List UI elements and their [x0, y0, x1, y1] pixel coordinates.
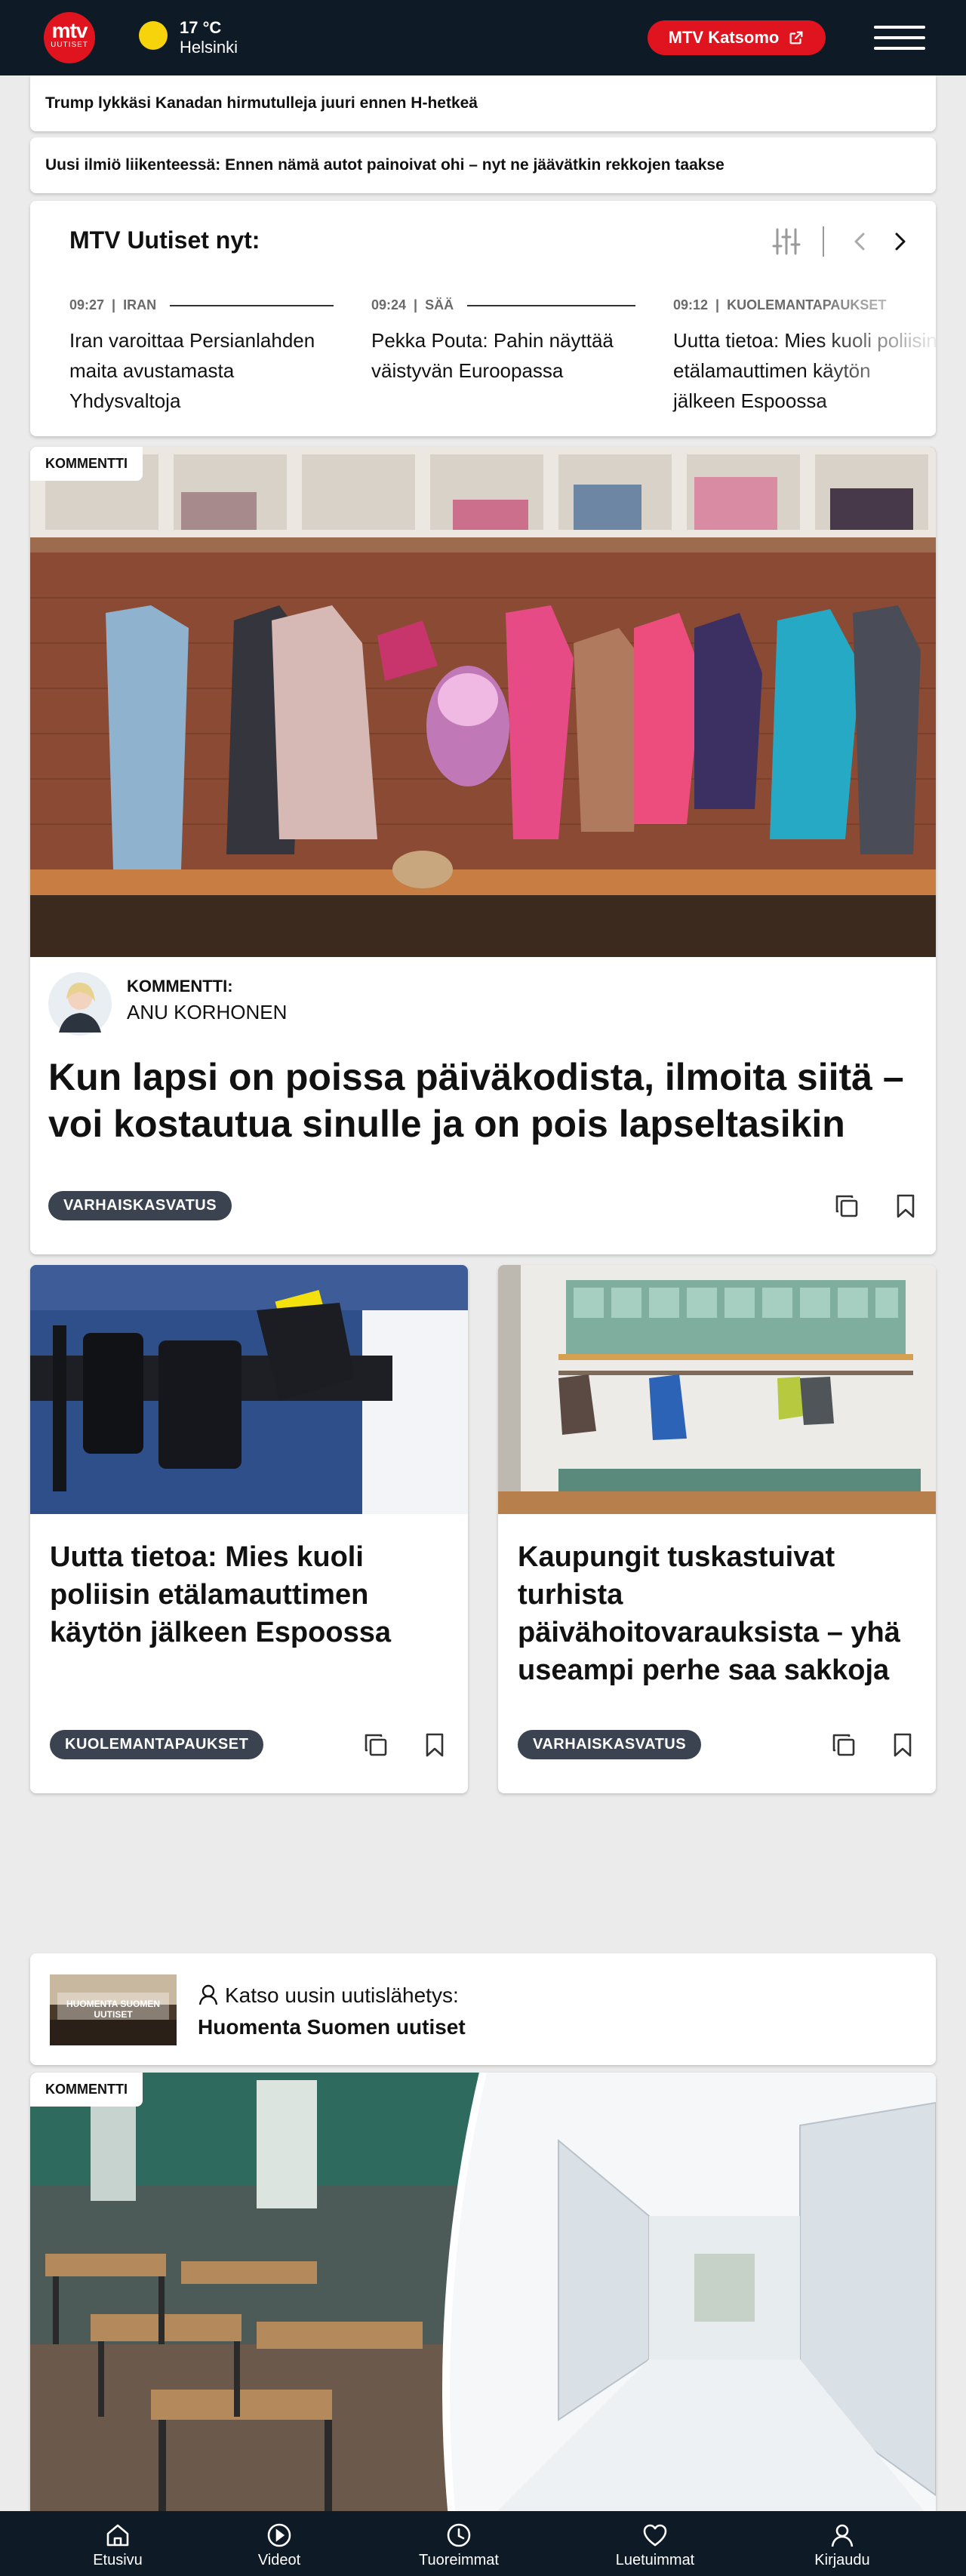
category-tag[interactable]: VARHAISKASVATUS — [518, 1730, 702, 1759]
featured-article-card[interactable]: KOMMENTTI — [30, 2073, 936, 2525]
nav-login[interactable]: Kirjaudu — [789, 2522, 895, 2569]
news-category: SÄÄ — [425, 297, 454, 312]
news-now-panel: MTV Uutiset nyt: 09:27 | IRAN Iran varoi… — [30, 201, 936, 436]
logo-main-text: mtv — [51, 19, 88, 42]
news-now-headline: Iran varoittaa Persianlahden maita avust… — [69, 329, 315, 412]
chevron-right-icon[interactable] — [886, 226, 913, 257]
top-header: mtv UUTISET 17 °C Helsinki MTV Katsomo — [0, 0, 966, 75]
nav-label: Kirjaudu — [814, 2552, 870, 2568]
user-icon — [198, 1984, 218, 2005]
thumbnail-text: HUOMENTA SUOMEN UUTISET — [66, 1999, 160, 2020]
broadcast-title[interactable]: Huomenta Suomen uutiset — [198, 2015, 466, 2039]
bookmark-icon[interactable] — [892, 1193, 919, 1220]
bookmark-icon[interactable] — [421, 1731, 448, 1759]
weather-temperature[interactable]: 17 °C — [180, 18, 221, 38]
nav-home[interactable]: Etusivu — [65, 2522, 171, 2569]
comment-badge: KOMMENTTI — [30, 2073, 143, 2107]
home-icon — [106, 2524, 129, 2547]
news-category: IRAN — [123, 297, 157, 312]
copy-link-icon[interactable] — [830, 1731, 857, 1759]
article-card[interactable]: Uutta tietoa: Mies kuoli poliisin etälam… — [30, 1265, 468, 1793]
article-image-police-belt — [30, 1265, 468, 1514]
news-now-headline: Pekka Pouta: Pahin näyttää väistyvän Eur… — [371, 329, 614, 382]
divider — [823, 226, 824, 257]
sun-icon — [139, 21, 168, 50]
katsomo-label: MTV Katsomo — [668, 28, 780, 47]
bookmark-icon[interactable] — [889, 1731, 916, 1759]
ticker-link-1[interactable]: Trump lykkäsi Kanadan hirmutulleja juuri… — [30, 75, 936, 131]
article-headline[interactable]: Kaupungit tuskastuivat turhista päivähoi… — [518, 1538, 910, 1689]
author-avatar — [48, 972, 112, 1036]
article-card[interactable]: Kaupungit tuskastuivat turhista päivähoi… — [498, 1265, 936, 1793]
news-now-title: MTV Uutiset nyt: — [69, 226, 260, 254]
article-image-daycare-coats — [30, 447, 936, 957]
katsomo-button[interactable]: MTV Katsomo — [648, 20, 826, 55]
featured-article-card[interactable]: KOMMENTTI — [30, 447, 936, 1254]
latest-broadcast-card[interactable]: HUOMENTA SUOMEN UUTISET Katso uusin uuti… — [30, 1953, 936, 2065]
play-icon — [267, 2523, 291, 2547]
nav-label: Luetuimmat — [615, 2552, 695, 2568]
weather-city[interactable]: Helsinki — [180, 38, 238, 57]
news-now-item[interactable]: 09:27 | IRAN Iran varoittaa Persianlahde… — [69, 297, 334, 416]
nav-videos[interactable]: Videot — [226, 2522, 332, 2569]
nav-latest[interactable]: Tuoreimmat — [406, 2522, 512, 2569]
news-time: 09:24 — [371, 297, 407, 312]
article-image-daycare-lockers — [498, 1265, 936, 1514]
nav-label: Etusivu — [93, 2552, 143, 2568]
article-image-classroom-hallway — [30, 2073, 936, 2525]
ticker-link-2[interactable]: Uusi ilmiö liikenteessä: Ennen nämä auto… — [30, 137, 936, 193]
filter-icon[interactable] — [771, 226, 801, 257]
news-now-item[interactable]: 09:24 | SÄÄ Pekka Pouta: Pahin näyttää v… — [371, 297, 635, 386]
logo-sub-text: UUTISET — [51, 41, 88, 49]
chevron-left-icon[interactable] — [847, 226, 874, 257]
broadcast-label: Katso uusin uutislähetys: — [225, 1984, 459, 2007]
user-icon — [831, 2524, 854, 2547]
mtv-uutiset-logo[interactable]: mtv UUTISET — [44, 12, 95, 63]
external-link-icon — [789, 31, 803, 45]
comment-badge: KOMMENTTI — [30, 447, 143, 481]
nav-label: Tuoreimmat — [419, 2552, 499, 2568]
news-time: 09:12 — [673, 297, 709, 312]
author-name[interactable]: ANU KORHONEN — [127, 1001, 287, 1024]
nav-most-read[interactable]: Luetuimmat — [602, 2522, 708, 2569]
copy-link-icon[interactable] — [362, 1731, 389, 1759]
bottom-navigation: Etusivu Videot Tuoreimmat Luetuimmat Kir… — [0, 2511, 966, 2576]
category-tag[interactable]: VARHAISKASVATUS — [48, 1191, 232, 1220]
menu-icon[interactable] — [874, 23, 925, 53]
author-prefix: KOMMENTTI: — [127, 977, 233, 996]
ticker-text: Uusi ilmiö liikenteessä: Ennen nämä auto… — [45, 156, 724, 174]
clock-icon — [447, 2523, 471, 2547]
ticker-text: Trump lykkäsi Kanadan hirmutulleja juuri… — [45, 94, 478, 112]
article-headline[interactable]: Uutta tietoa: Mies kuoli poliisin etälam… — [50, 1538, 442, 1651]
news-time: 09:27 — [69, 297, 105, 312]
nav-label: Videot — [257, 2552, 301, 2568]
category-tag[interactable]: KUOLEMANTAPAUKSET — [50, 1730, 264, 1759]
article-headline[interactable]: Kun lapsi on poissa päiväkodista, ilmoit… — [48, 1054, 909, 1147]
copy-link-icon[interactable] — [833, 1193, 860, 1220]
heart-icon — [643, 2524, 667, 2547]
